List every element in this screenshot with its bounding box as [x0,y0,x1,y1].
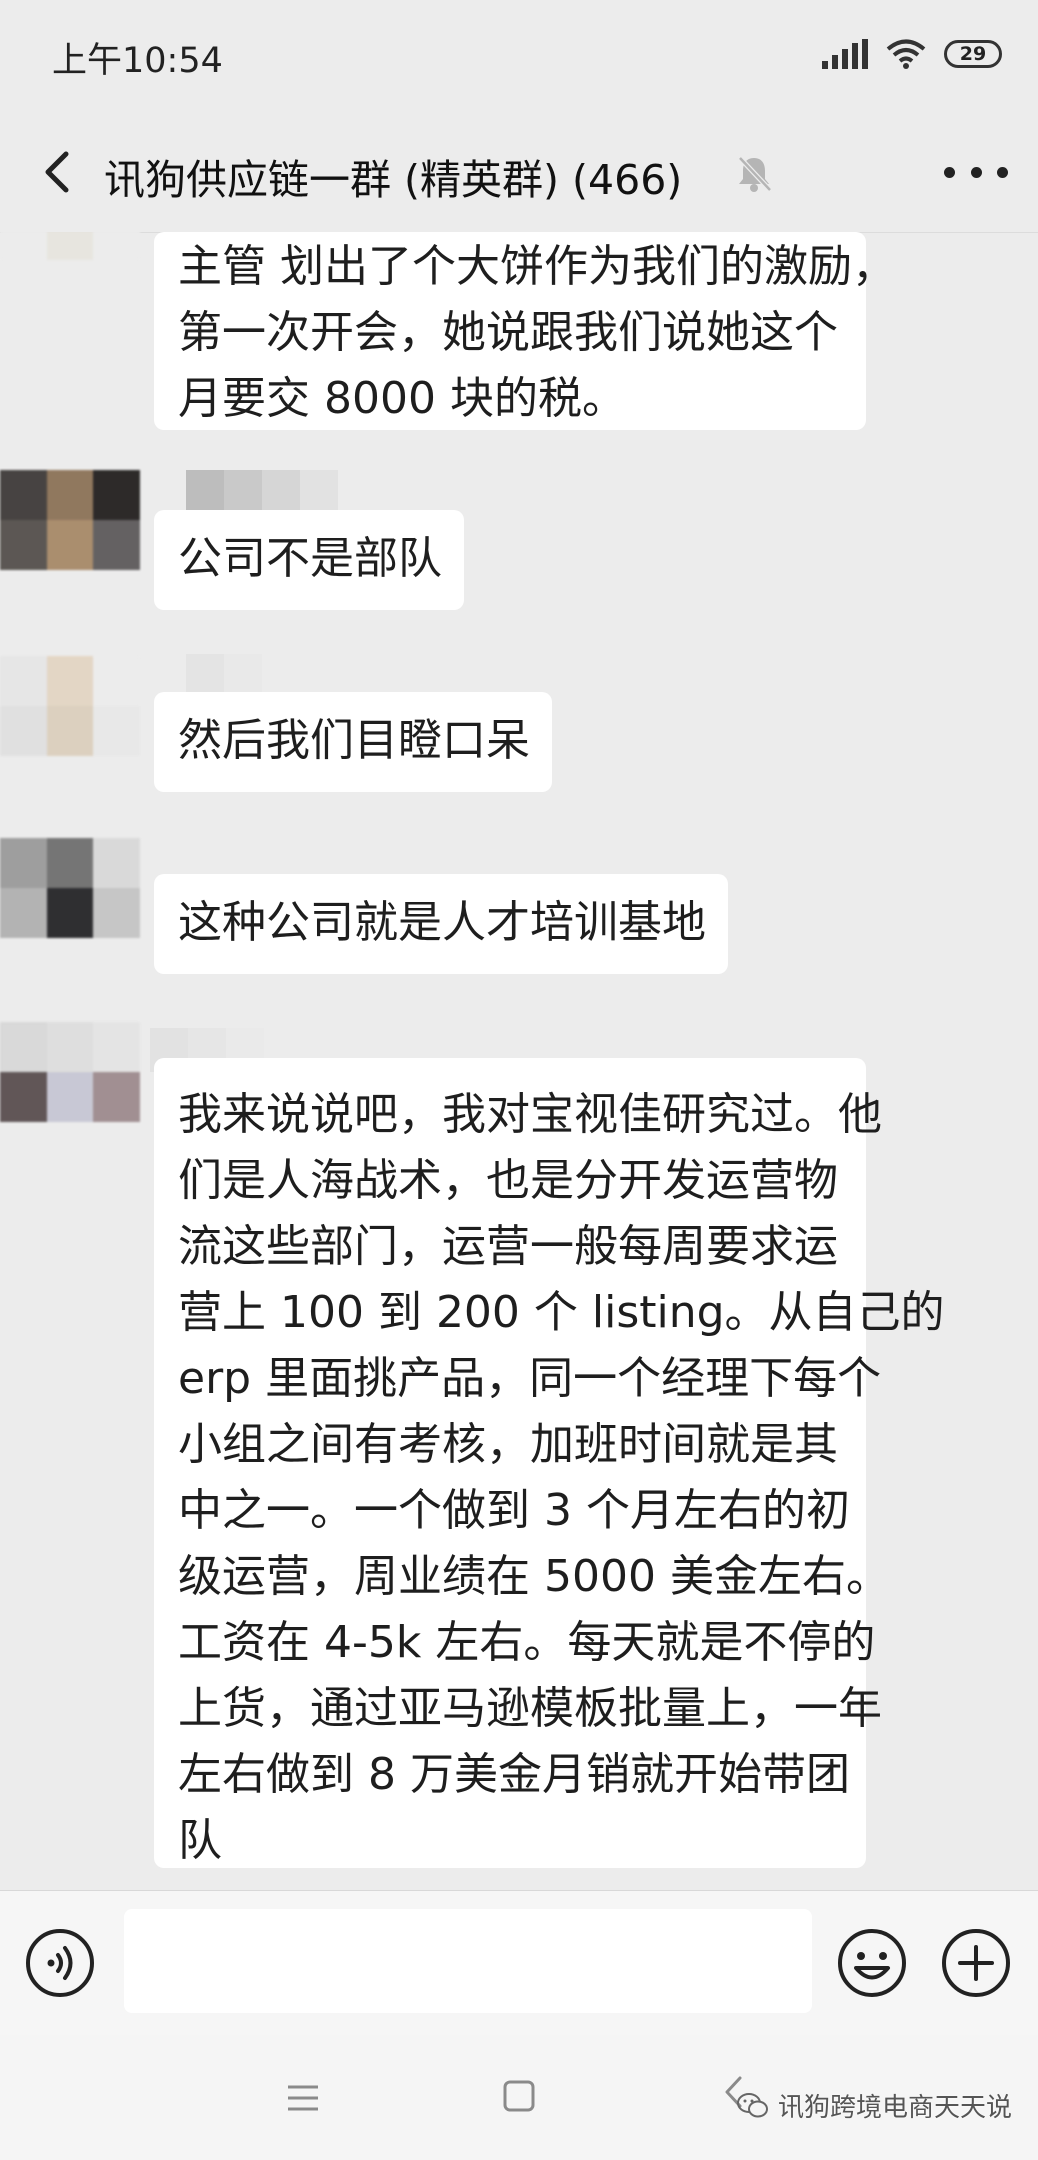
message-input[interactable] [124,1909,812,2013]
message-bubble: 主管 划出了个大饼作为我们的激励， 第一次开会，她说跟我们说她这个 月要交 80… [154,232,896,430]
voice-icon[interactable] [24,1927,96,1999]
message-bubble: 然后我们目瞪口呆 [154,692,552,792]
avatar [0,838,140,938]
emoji-icon[interactable] [836,1927,908,1999]
avatar [0,656,140,756]
status-icons: 29 [822,38,1002,70]
avatar [0,232,140,260]
message-bubble: 公司不是部队 [154,510,464,610]
watermark: 讯狗跨境电商天天说 [736,2087,1012,2124]
more-dots-icon[interactable] [944,150,1008,194]
avatar [0,1022,140,1122]
chat-screen: 上午10:54 29 讯狗供应链一群 (精英群) (466) 主管 划出了个大饼… [0,0,1038,2160]
status-bar: 上午10:54 29 [0,0,1038,112]
chat-header: 讯狗供应链一群 (精英群) (466) [0,112,1038,233]
mute-bell-icon [738,156,772,192]
menu-icon[interactable] [286,2083,320,2113]
wechat-icon [737,2092,768,2117]
wifi-icon [886,39,926,69]
battery-icon: 29 [944,40,1002,68]
avatar [0,470,140,570]
watermark-text: 讯狗跨境电商天天说 [778,2093,1013,2123]
input-bar [0,1890,1038,2036]
group-title: 讯狗供应链一群 (精英群) (466) [104,156,683,204]
message-list: 主管 划出了个大饼作为我们的激励， 第一次开会，她说跟我们说她这个 月要交 80… [0,232,1038,1890]
plus-icon[interactable] [940,1927,1012,1999]
navigation-bar: 讯狗跨境电商天天说 [0,2035,1038,2160]
sender-name [186,470,338,514]
back-arrow-icon[interactable] [30,142,90,202]
message-bubble: 我来说说吧，我对宝视佳研究过。他 们是人海战术，也是分开发运营物 流这些部门，运… [154,1058,945,1868]
home-icon[interactable] [502,2079,536,2113]
signal-icon [822,39,868,69]
message-bubble: 这种公司就是人才培训基地 [154,874,728,974]
status-time: 上午10:54 [52,41,223,81]
